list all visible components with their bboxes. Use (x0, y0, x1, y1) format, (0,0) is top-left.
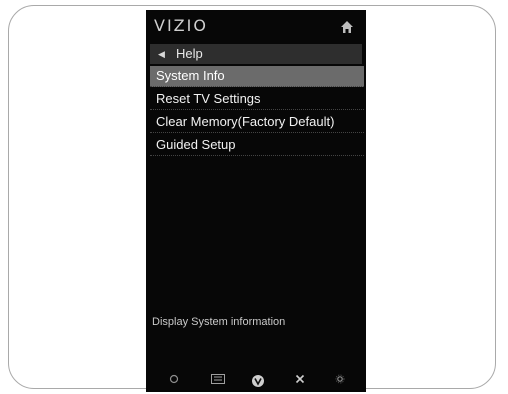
menu-item-system-info[interactable]: System Info (150, 66, 364, 87)
menu-item-guided-setup[interactable]: Guided Setup (150, 135, 364, 156)
vizio-v-icon[interactable] (250, 374, 266, 390)
bottom-control-bar (146, 372, 366, 392)
tv-screen: VIZIO ◀ Help System Info Reset TV Settin… (146, 10, 366, 392)
brand-logo: VIZIO (154, 16, 208, 35)
menu-item-reset-tv-settings[interactable]: Reset TV Settings (150, 89, 364, 110)
menu-item-label: Guided Setup (156, 137, 236, 152)
menu-grid-icon[interactable] (210, 374, 226, 390)
home-icon[interactable] (340, 20, 354, 34)
ok-icon[interactable] (166, 374, 182, 390)
menu-item-label: Clear Memory(Factory Default) (156, 114, 335, 129)
close-icon[interactable] (292, 374, 308, 390)
breadcrumb-label: Help (176, 46, 203, 61)
left-arrow-icon[interactable]: ◀ (158, 44, 165, 64)
item-description: Display System information (152, 316, 286, 328)
menu-item-clear-memory[interactable]: Clear Memory(Factory Default) (150, 112, 364, 133)
help-menu: System Info Reset TV Settings Clear Memo… (150, 66, 364, 158)
breadcrumb[interactable]: ◀ Help (150, 44, 362, 64)
menu-item-label: Reset TV Settings (156, 91, 261, 106)
menu-item-label: System Info (156, 68, 225, 83)
settings-icon[interactable] (332, 374, 348, 390)
